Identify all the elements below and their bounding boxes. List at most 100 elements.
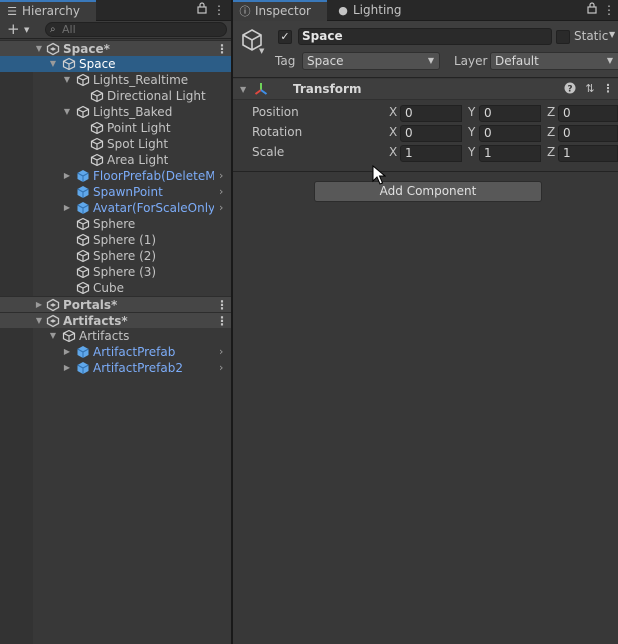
axis-label-z[interactable]: Z xyxy=(547,105,555,119)
tree-row[interactable]: ▶ ArtifactPrefab › xyxy=(0,344,231,360)
tree-row[interactable]: ▼ Artifacts xyxy=(0,328,231,344)
kebab-menu-icon[interactable]: ⋮ xyxy=(601,82,615,96)
cube-outline-icon xyxy=(90,137,104,151)
fold-open-icon[interactable]: ▼ xyxy=(62,104,72,120)
tree-row[interactable]: ▼ Space xyxy=(0,56,231,72)
kebab-menu-icon[interactable]: ⋮ xyxy=(216,297,228,313)
hierarchy-tabbar: ☰ Hierarchy ⋮ xyxy=(0,0,231,21)
fold-closed-icon[interactable]: ▶ xyxy=(62,360,72,376)
value-field-z[interactable]: 1 xyxy=(558,145,618,162)
axis-label-y[interactable]: Y xyxy=(468,125,475,139)
scene-row[interactable]: ▼ Artifacts* ⋮ xyxy=(0,312,231,328)
axis-label-z[interactable]: Z xyxy=(547,145,555,159)
tree-row-label: Cube xyxy=(93,281,124,295)
axis-label-x[interactable]: X xyxy=(389,125,397,139)
cube-outline-icon xyxy=(76,265,90,279)
active-checkbox[interactable]: ✓ xyxy=(278,30,292,44)
fold-closed-icon[interactable]: ▶ xyxy=(62,168,72,184)
divider xyxy=(233,171,618,172)
axis-label-x[interactable]: X xyxy=(389,105,397,119)
chevron-down-icon[interactable]: ▼ xyxy=(609,30,615,39)
kebab-menu-icon[interactable]: ⋮ xyxy=(213,2,225,18)
cube-outline-icon xyxy=(90,89,104,103)
property-row: Scale X 1 Y 1 Z 1 xyxy=(233,144,618,162)
layer-dropdown[interactable]: Default ▼ xyxy=(490,52,618,70)
object-name-field[interactable]: Space xyxy=(298,28,552,45)
tree-row[interactable]: Sphere xyxy=(0,216,231,232)
tree-row-label: Sphere (3) xyxy=(93,265,157,279)
kebab-menu-icon[interactable]: ⋮ xyxy=(216,313,228,329)
search-input[interactable] xyxy=(62,23,222,36)
fold-open-icon[interactable]: ▼ xyxy=(48,56,58,72)
static-checkbox[interactable] xyxy=(556,30,570,44)
search-field[interactable]: ⌕ xyxy=(45,22,227,37)
scene-row[interactable]: ▼ Space* ⋮ xyxy=(0,40,231,56)
axis-label-y[interactable]: Y xyxy=(468,105,475,119)
property-label[interactable]: Scale xyxy=(252,145,284,159)
add-component-button[interactable]: Add Component xyxy=(314,181,542,202)
value-field-z[interactable]: 0 xyxy=(558,125,618,142)
open-prefab-icon[interactable]: › xyxy=(219,344,223,360)
tree-row[interactable]: Sphere (2) xyxy=(0,248,231,264)
help-icon[interactable]: ? xyxy=(563,82,577,96)
bulb-icon: ● xyxy=(338,4,348,17)
tree-row[interactable]: SpawnPoint › xyxy=(0,184,231,200)
value-field-y[interactable]: 0 xyxy=(479,125,541,142)
inspector-panel: ⓘ Inspector ● Lighting ⋮ ▼ ✓ Space Static … xyxy=(233,0,618,644)
fold-open-icon[interactable]: ▼ xyxy=(62,72,72,88)
property-label[interactable]: Position xyxy=(252,105,299,119)
tree-row[interactable]: ▼ Lights_Realtime xyxy=(0,72,231,88)
tree-row[interactable]: Point Light xyxy=(0,120,231,136)
tree-row[interactable]: Spot Light xyxy=(0,136,231,152)
tree-row[interactable]: Area Light xyxy=(0,152,231,168)
tree-row[interactable]: Directional Light xyxy=(0,88,231,104)
open-prefab-icon[interactable]: › xyxy=(219,168,223,184)
tab-lighting[interactable]: ● Lighting xyxy=(331,0,411,21)
fold-open-icon[interactable]: ▼ xyxy=(240,79,246,100)
axis-label-z[interactable]: Z xyxy=(547,125,555,139)
fold-open-icon[interactable]: ▼ xyxy=(34,41,44,57)
layer-value: Default xyxy=(495,54,539,68)
value-field-x[interactable]: 1 xyxy=(400,145,462,162)
tree-row-label: Artifacts* xyxy=(63,314,128,328)
open-prefab-icon[interactable]: › xyxy=(219,184,223,200)
tree-row[interactable]: ▼ Lights_Baked xyxy=(0,104,231,120)
create-button[interactable]: + ▼ xyxy=(4,21,34,38)
sliders-icon[interactable]: ⇅ xyxy=(583,82,597,96)
fold-closed-icon[interactable]: ▶ xyxy=(62,344,72,360)
tab-inspector[interactable]: ⓘ Inspector xyxy=(233,0,327,21)
tree-row-label: ArtifactPrefab xyxy=(93,345,176,359)
layer-label: Layer xyxy=(454,54,488,68)
value-field-x[interactable]: 0 xyxy=(400,125,462,142)
fold-open-icon[interactable]: ▼ xyxy=(48,328,58,344)
kebab-menu-icon[interactable]: ⋮ xyxy=(216,41,228,57)
tab-hierarchy[interactable]: ☰ Hierarchy xyxy=(0,0,96,21)
property-label[interactable]: Rotation xyxy=(252,125,302,139)
tree-row[interactable]: Sphere (3) xyxy=(0,264,231,280)
tree-row[interactable]: Cube xyxy=(0,280,231,296)
fold-closed-icon[interactable]: ▶ xyxy=(62,200,72,216)
lock-icon[interactable] xyxy=(586,2,598,18)
value-field-y[interactable]: 0 xyxy=(479,105,541,122)
open-prefab-icon[interactable]: › xyxy=(219,360,223,376)
tree-row[interactable]: Sphere (1) xyxy=(0,232,231,248)
axis-label-y[interactable]: Y xyxy=(468,145,475,159)
value-field-x[interactable]: 0 xyxy=(400,105,462,122)
tree-row[interactable]: ▶ ArtifactPrefab2 › xyxy=(0,360,231,376)
prefab-cube-icon xyxy=(77,346,89,358)
fold-closed-icon[interactable]: ▶ xyxy=(34,297,44,313)
tree-row[interactable]: ▶ Avatar(ForScaleOnly) › xyxy=(0,200,231,216)
chevron-down-icon[interactable]: ▼ xyxy=(259,47,264,55)
mouse-cursor-icon xyxy=(372,165,386,185)
open-prefab-icon[interactable]: › xyxy=(219,200,223,216)
tag-dropdown[interactable]: Space ▼ xyxy=(302,52,440,70)
fold-open-icon[interactable]: ▼ xyxy=(34,313,44,329)
lock-icon[interactable] xyxy=(196,2,208,18)
kebab-menu-icon[interactable]: ⋮ xyxy=(603,2,615,18)
tree-row[interactable]: ▶ FloorPrefab(DeleteMe › xyxy=(0,168,231,184)
transform-component-header[interactable]: ▼ Transform ? ⇅ ⋮ xyxy=(233,79,618,100)
scene-row[interactable]: ▶ Portals* ⋮ xyxy=(0,296,231,312)
value-field-z[interactable]: 0 xyxy=(558,105,618,122)
axis-label-x[interactable]: X xyxy=(389,145,397,159)
value-field-y[interactable]: 1 xyxy=(479,145,541,162)
